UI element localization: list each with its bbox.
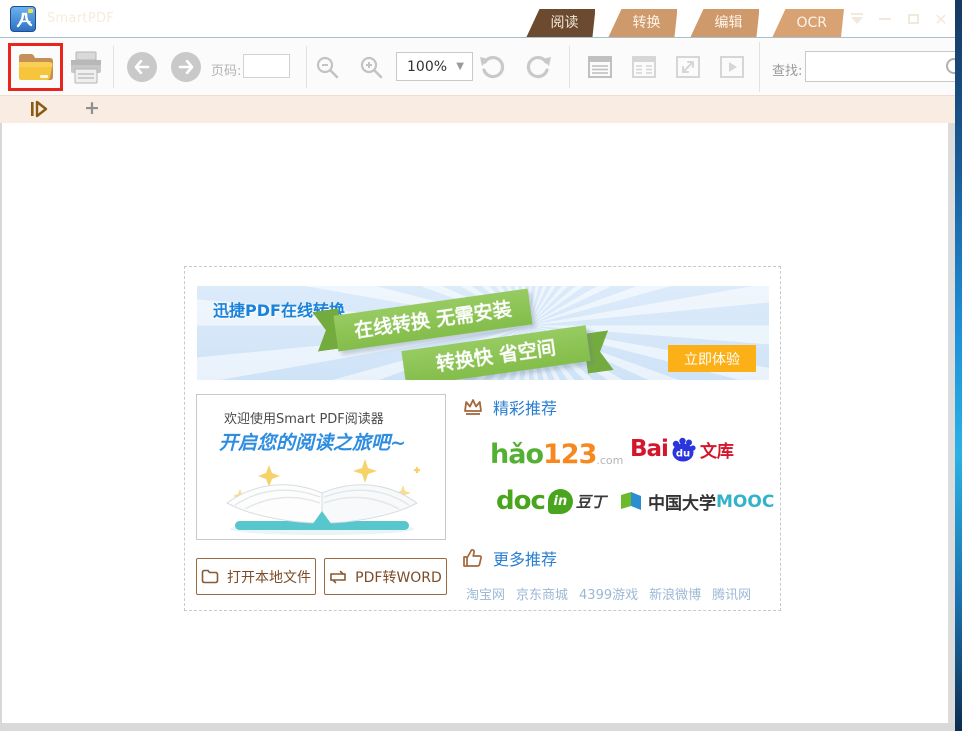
try-now-button[interactable]: 立即体验 <box>668 345 756 372</box>
zoom-level-value: 100% <box>397 59 456 75</box>
zoom-in-button[interactable] <box>359 55 385 81</box>
previous-page-button[interactable] <box>127 52 157 82</box>
rotate-right-button[interactable] <box>525 53 553 81</box>
link-weibo[interactable]: 新浪微博 <box>649 584 701 603</box>
arrow-right-icon <box>178 60 194 74</box>
tab-convert[interactable]: 转换 <box>608 9 677 37</box>
pdf-to-word-button[interactable]: PDF转WORD <box>324 558 447 595</box>
two-page-icon <box>631 54 657 80</box>
two-page-view-button[interactable] <box>631 54 657 80</box>
more-links-row: 淘宝网 京东商城 4399游戏 新浪微博 腾讯网 <box>466 584 751 603</box>
rotate-left-button[interactable] <box>478 53 506 81</box>
folder-open-icon <box>15 49 57 85</box>
mooc-flag-icon <box>619 491 643 513</box>
document-tabstrip: + <box>0 96 962 123</box>
featured-recommend-header: 精彩推荐 <box>462 395 557 419</box>
welcome-box: 欢迎使用Smart PDF阅读器 开启您的阅读之旅吧~ <box>196 394 446 540</box>
link-baidu-wenku[interactable]: Bai du 文库 <box>630 435 734 463</box>
next-page-button[interactable] <box>171 52 201 82</box>
find-label: 查找: <box>772 60 802 79</box>
skin-menu-icon[interactable] <box>846 9 868 29</box>
app-title: SmartPDF <box>47 0 114 37</box>
single-page-view-button[interactable] <box>587 54 613 80</box>
tab-edit[interactable]: 编辑 <box>690 9 759 37</box>
link-qq[interactable]: 腾讯网 <box>712 584 751 603</box>
app-window: SmartPDF 阅读 转换 编辑 OCR ✕ <box>0 0 962 731</box>
more-recommend-header: 更多推荐 <box>462 546 557 570</box>
open-local-file-button[interactable]: 打开本地文件 <box>196 558 316 595</box>
slideshow-button[interactable] <box>719 54 745 80</box>
title-bar: SmartPDF 阅读 转换 编辑 OCR ✕ <box>0 0 962 38</box>
link-jd[interactable]: 京东商城 <box>516 584 568 603</box>
link-mooc[interactable]: 中国大学MOOC <box>619 489 774 514</box>
find-input[interactable] <box>805 51 962 82</box>
fullscreen-icon <box>675 54 701 80</box>
minimize-button[interactable] <box>874 9 896 29</box>
link-docin[interactable]: doc in 豆丁 <box>496 486 606 516</box>
vertical-scrollbar[interactable] <box>948 123 955 723</box>
app-logo-icon <box>10 6 36 32</box>
page-number-input[interactable] <box>243 54 290 78</box>
main-toolbar: 页码: 100% ▼ <box>0 38 962 96</box>
link-taobao[interactable]: 淘宝网 <box>466 584 505 603</box>
welcome-card: 迅捷PDF在线转换 在线转换 无需安装 转换快 省空间 立即体验 欢迎使用Sma… <box>184 266 781 611</box>
rotate-cw-icon <box>525 53 553 81</box>
horizontal-scrollbar[interactable] <box>2 723 955 731</box>
thumbs-up-icon <box>462 548 484 568</box>
open-book-illustration <box>207 455 437 539</box>
welcome-line1: 欢迎使用Smart PDF阅读器 <box>224 408 384 427</box>
sidebar-expand-icon[interactable] <box>29 100 49 122</box>
baidu-paw-icon: du <box>668 435 698 463</box>
convert-arrows-icon <box>329 570 347 584</box>
document-area: 迅捷PDF在线转换 在线转换 无需安装 转换快 省空间 立即体验 欢迎使用Sma… <box>0 123 962 731</box>
magnifier-plus-icon <box>359 55 385 81</box>
close-button[interactable]: ✕ <box>930 9 952 29</box>
promo-banner[interactable]: 迅捷PDF在线转换 在线转换 无需安装 转换快 省空间 立即体验 <box>197 286 769 380</box>
maximize-button[interactable] <box>902 9 924 29</box>
link-4399[interactable]: 4399游戏 <box>579 584 638 603</box>
tab-ocr[interactable]: OCR <box>772 9 844 37</box>
new-tab-button[interactable]: + <box>84 97 100 119</box>
pdf-to-word-label: PDF转WORD <box>355 567 442 587</box>
printer-icon <box>66 49 106 87</box>
tab-read[interactable]: 阅读 <box>526 9 595 37</box>
window-right-border <box>955 0 962 731</box>
svg-text:du: du <box>676 449 690 460</box>
more-recommend-title: 更多推荐 <box>493 546 557 570</box>
open-local-file-label: 打开本地文件 <box>227 567 311 587</box>
featured-recommend-title: 精彩推荐 <box>493 395 557 419</box>
arrow-left-icon <box>134 60 150 74</box>
folder-outline-icon <box>201 569 219 584</box>
open-file-button[interactable] <box>15 49 57 85</box>
rotate-ccw-icon <box>478 53 506 81</box>
welcome-line2: 开启您的阅读之旅吧~ <box>219 428 406 455</box>
single-page-icon <box>587 54 613 80</box>
link-hao123[interactable]: hǎo123.com <box>490 439 623 470</box>
print-button[interactable] <box>66 49 106 87</box>
fullscreen-button[interactable] <box>675 54 701 80</box>
page-number-label: 页码: <box>211 60 241 79</box>
mode-tabs: 阅读 转换 编辑 OCR <box>526 9 844 37</box>
window-controls: ✕ <box>846 9 952 29</box>
zoom-level-select[interactable]: 100% ▼ <box>396 52 473 81</box>
docin-leaf-icon: in <box>548 489 573 514</box>
play-icon <box>719 54 745 80</box>
magnifier-minus-icon <box>315 55 341 81</box>
crown-icon <box>462 397 484 417</box>
chevron-down-icon: ▼ <box>456 61 472 72</box>
zoom-out-button[interactable] <box>315 55 341 81</box>
